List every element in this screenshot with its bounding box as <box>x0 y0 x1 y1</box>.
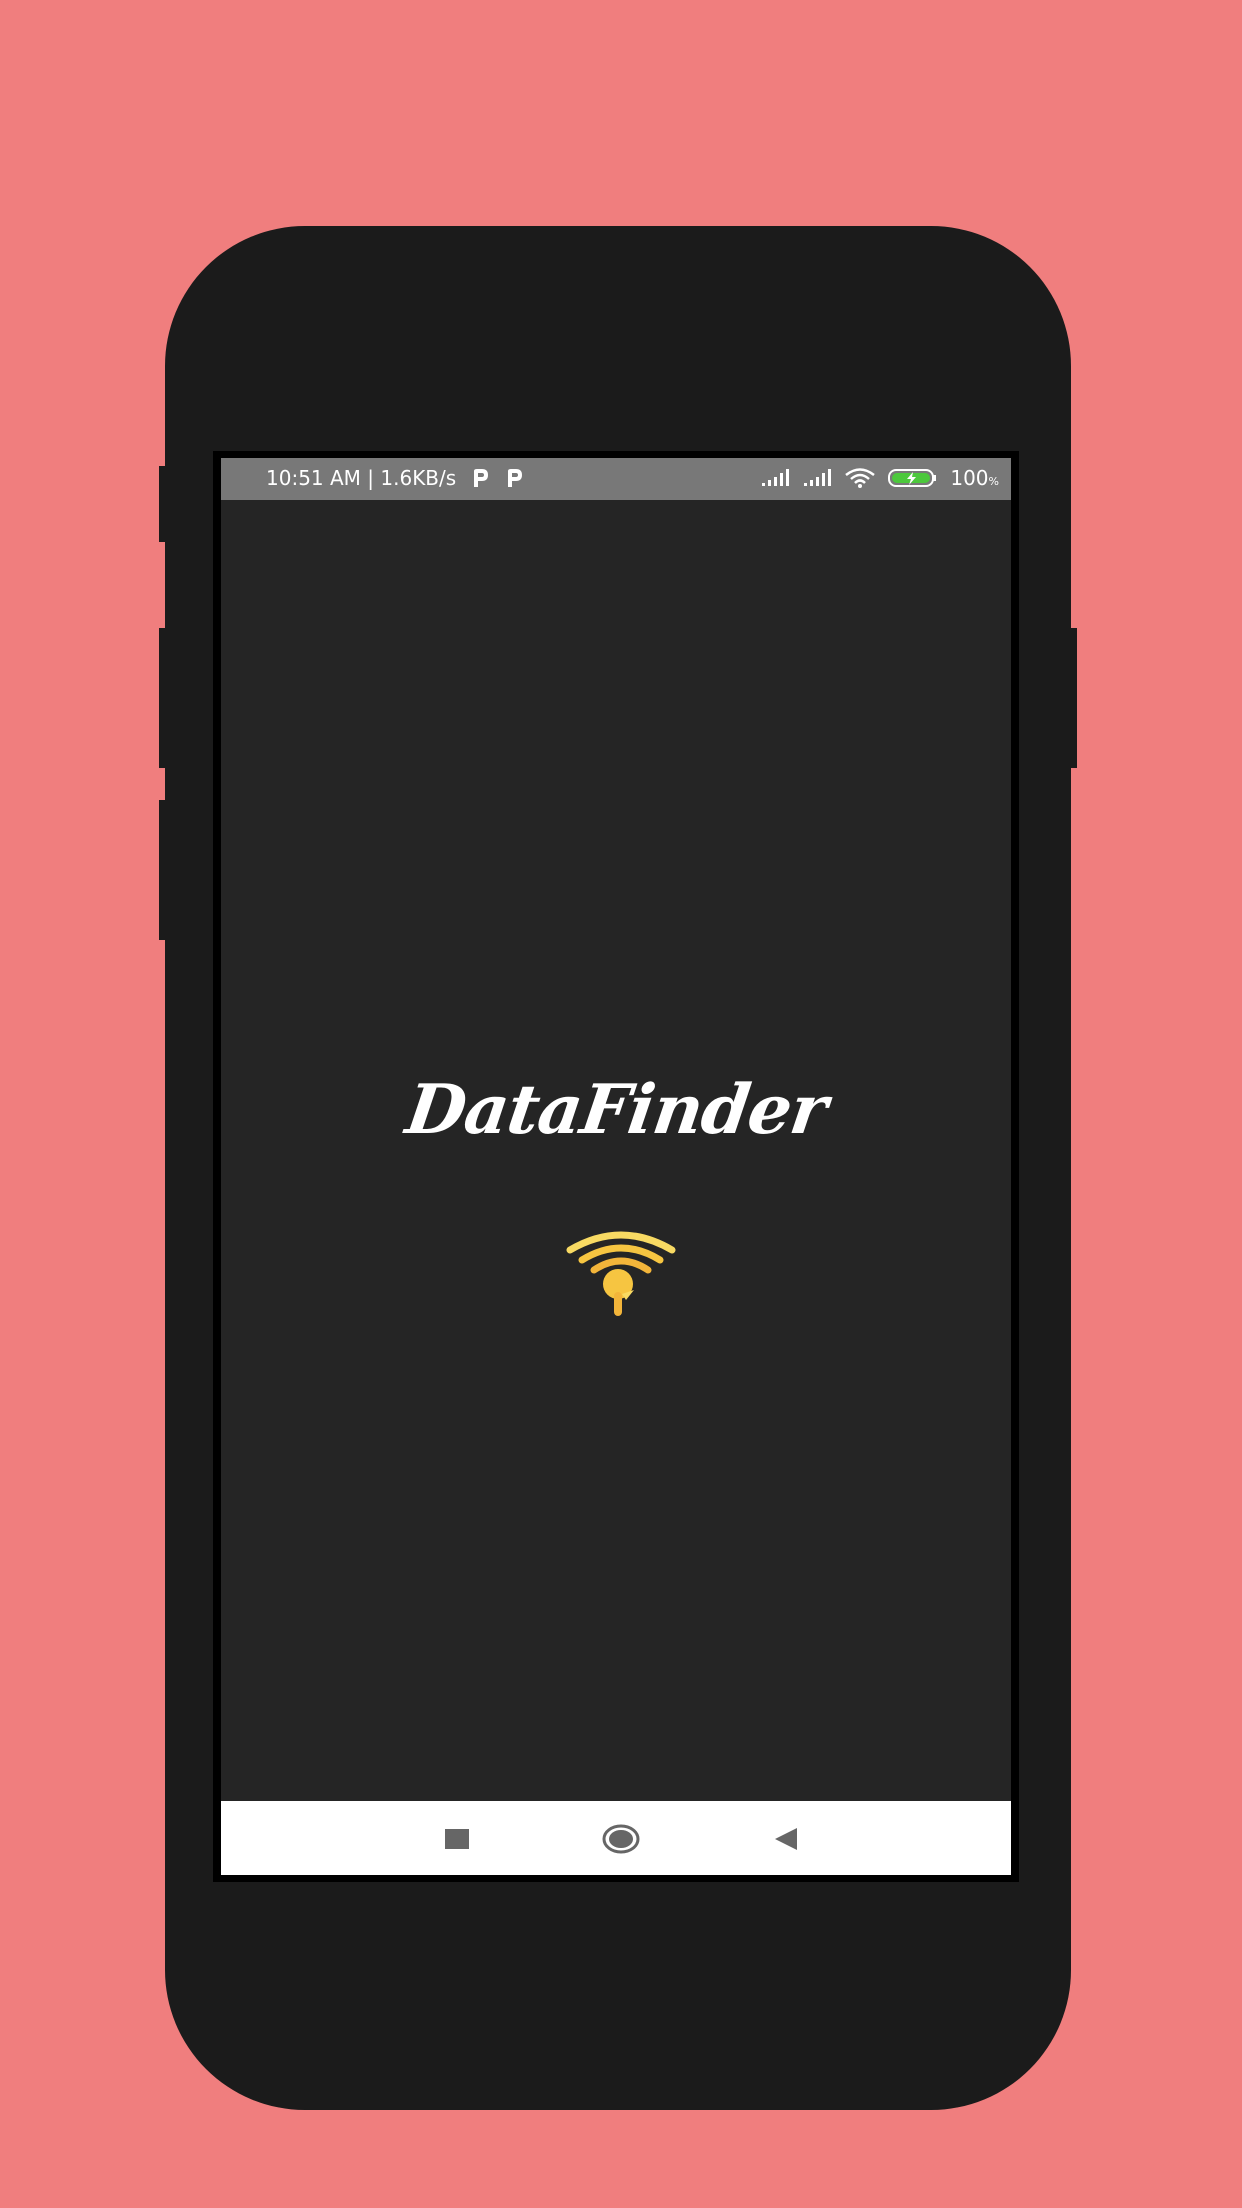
back-button[interactable] <box>766 1819 806 1859</box>
status-bar-left: 10:51 AM | 1.6KB/s <box>266 466 524 490</box>
status-bar: 10:51 AM | 1.6KB/s 100% <box>221 458 1011 500</box>
phone-side-button-right <box>1067 628 1077 768</box>
p-app-icon <box>474 469 489 487</box>
app-title: DataFinder <box>401 1070 831 1150</box>
battery-charging-icon <box>888 469 937 487</box>
triangle-back-icon <box>775 1828 797 1850</box>
phone-side-button-left-middle <box>159 628 169 768</box>
circle-icon <box>602 1824 640 1854</box>
wifi-lightbulb-icon <box>566 1231 676 1316</box>
battery-percent: 100% <box>950 466 999 490</box>
phone-side-button-left-bottom <box>159 800 169 940</box>
app-screen: 10:51 AM | 1.6KB/s 100% DataFinder <box>221 458 1011 1875</box>
p-app-icon <box>508 469 523 487</box>
recents-button[interactable] <box>437 1819 477 1859</box>
wifi-icon <box>845 468 876 488</box>
navigation-bar <box>221 1801 1011 1875</box>
status-time-speed: 10:51 AM | 1.6KB/s <box>266 466 457 490</box>
home-button[interactable] <box>601 1819 641 1859</box>
battery-percent-unit: % <box>988 475 999 488</box>
square-icon <box>445 1829 469 1849</box>
battery-percent-value: 100 <box>950 466 989 490</box>
splash-content: DataFinder <box>221 1070 1011 1150</box>
status-bar-right: 100% <box>760 466 999 490</box>
signal-icon <box>804 469 832 486</box>
signal-icon <box>762 469 790 486</box>
phone-side-button-left-top <box>159 466 169 542</box>
